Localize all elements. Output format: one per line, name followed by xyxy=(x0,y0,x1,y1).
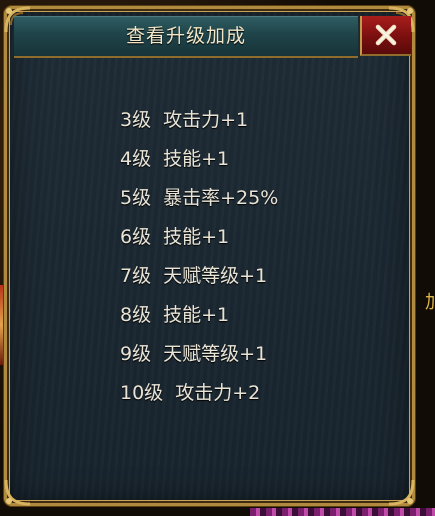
bonus-level: 7级 xyxy=(120,265,152,287)
bonus-level: 8级 xyxy=(120,304,152,326)
bonus-effect: 技能+1 xyxy=(163,226,230,248)
bonus-row: 9级 天赋等级+1 xyxy=(120,335,278,374)
bonus-level: 6级 xyxy=(120,226,152,248)
upgrade-bonus-dialog: 查看升级加成 3级 攻击力+1 4级 技能+1 5级 暴击率+25% 6级 技能+1 7… xyxy=(4,6,415,506)
background-scene-fragment xyxy=(250,508,435,516)
bonus-row: 4级 技能+1 xyxy=(120,140,278,179)
bonus-row: 6级 技能+1 xyxy=(120,218,278,257)
bonus-effect: 技能+1 xyxy=(163,148,230,170)
bonus-row: 3级 攻击力+1 xyxy=(120,101,278,140)
dialog-title: 查看升级加成 xyxy=(125,25,246,47)
corner-ornament-icon xyxy=(4,479,31,506)
bonus-row: 10级 攻击力+2 xyxy=(120,374,278,413)
bonus-level: 5级 xyxy=(120,187,152,209)
upgrade-bonus-list: 3级 攻击力+1 4级 技能+1 5级 暴击率+25% 6级 技能+1 7级 天赋等级+1… xyxy=(120,101,278,413)
bonus-level: 9级 xyxy=(120,343,152,365)
bonus-effect: 天赋等级+1 xyxy=(163,265,268,287)
bonus-row: 7级 天赋等级+1 xyxy=(120,257,278,296)
bonus-effect: 攻击力+1 xyxy=(163,109,249,131)
bonus-level: 3级 xyxy=(120,109,152,131)
bonus-row: 8级 技能+1 xyxy=(120,296,278,335)
bonus-effect: 暴击率+25% xyxy=(163,187,279,209)
bonus-level: 10级 xyxy=(120,382,164,404)
dialog-title-bar: 查看升级加成 xyxy=(14,16,358,58)
bonus-effect: 技能+1 xyxy=(163,304,230,326)
bonus-row: 5级 暴击率+25% xyxy=(120,179,278,218)
bonus-level: 4级 xyxy=(120,148,152,170)
close-x-icon xyxy=(375,24,397,46)
bonus-effect: 攻击力+2 xyxy=(175,382,261,404)
close-button[interactable] xyxy=(360,16,411,56)
background-text-fragment: 加 xyxy=(425,292,435,313)
game-screen: 加 查看升级加成 3级 攻击力+1 4级 技能+1 5级 暴击率+25% 6级 … xyxy=(0,0,435,516)
bonus-effect: 天赋等级+1 xyxy=(163,343,268,365)
corner-ornament-icon xyxy=(388,479,415,506)
